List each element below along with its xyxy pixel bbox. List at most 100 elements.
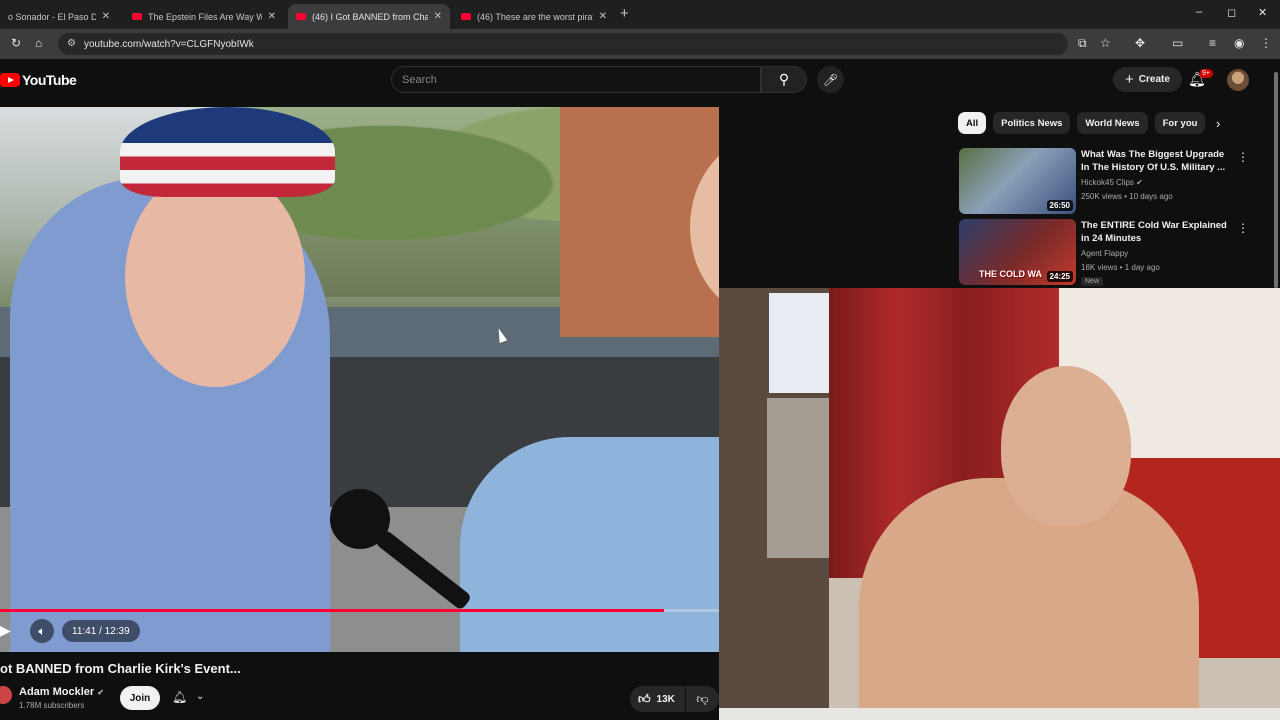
close-icon[interactable]: ✕ [102, 11, 110, 22]
recommendation-meta: 250K views • 10 days ago [1081, 192, 1173, 201]
tab-title: o Sonador - El Paso Del Gr [8, 11, 96, 22]
home-icon[interactable]: ⌂ [35, 36, 42, 50]
thumbnail-text: THE COLD WA [979, 269, 1042, 279]
play-icon[interactable]: ▶ [0, 622, 11, 639]
new-tab-icon[interactable]: + [620, 5, 629, 22]
address-bar[interactable]: ⚙ youtube.com/watch?v=CLGFNyobIWk [58, 33, 1068, 55]
minimize-icon[interactable]: – [1196, 6, 1202, 18]
search-input[interactable]: Search [391, 66, 761, 93]
channel-name-row[interactable]: Adam Mockler ✔ [19, 686, 104, 698]
new-badge: New [1081, 277, 1104, 286]
chip-world-news[interactable]: World News [1077, 112, 1148, 134]
chip-politics-news[interactable]: Politics News [993, 112, 1071, 134]
split-view-icon[interactable]: ▭ [1172, 36, 1183, 50]
like-button[interactable]: 👍︎ 13K [630, 686, 685, 712]
reload-icon[interactable]: ↻ [11, 36, 21, 50]
recommendation-title[interactable]: What Was The Biggest Upgrade In The Hist… [1081, 148, 1231, 174]
recommendation-title[interactable]: The ENTIRE Cold War Explained in 24 Minu… [1081, 219, 1231, 245]
recommendation-item[interactable]: THE COLD WA 24:25 The ENTIRE Cold War Ex… [959, 219, 1259, 287]
subscription-bell-icon[interactable]: 🔔︎ [172, 690, 187, 704]
browser-tab-strip: o Sonador - El Paso Del Gr ✕ The Epstein… [0, 0, 1280, 29]
tab-title: The Epstein Files Are Way Worse [148, 11, 262, 22]
browser-tab-active[interactable]: (46) I Got BANNED from Charlie ✕ [288, 4, 450, 29]
flag-cap [120, 107, 335, 197]
duration-badge: 24:25 [1046, 271, 1073, 282]
youtube-favicon-icon [132, 13, 142, 20]
close-icon[interactable]: ✕ [434, 11, 442, 22]
scrollbar-thumb[interactable] [1274, 72, 1278, 288]
recommendation-meta: 16K views • 1 day ago [1081, 263, 1160, 272]
recommendation-item[interactable]: 26:50 What Was The Biggest Upgrade In Th… [959, 148, 1259, 216]
plus-icon: + [1125, 71, 1134, 88]
site-info-icon[interactable]: ⚙ [67, 38, 76, 49]
more-options-icon[interactable]: ⋮ [1237, 221, 1249, 235]
join-button[interactable]: Join [120, 686, 160, 710]
thumbs-down-icon: 👎︎ [696, 691, 709, 706]
browser-tab[interactable]: o Sonador - El Paso Del Gr ✕ [0, 4, 118, 29]
recommendations-sidebar: All Politics News World News For you › 2… [950, 107, 1272, 288]
video-title: ot BANNED from Charlie Kirk's Event... [0, 661, 241, 676]
volume-button[interactable]: 🔈︎ [30, 619, 54, 643]
account-avatar[interactable] [1227, 69, 1249, 91]
video-thumbnail[interactable]: THE COLD WA 24:25 [959, 219, 1076, 285]
search-button[interactable]: ⚲ [761, 66, 807, 93]
browser-tab[interactable]: The Epstein Files Are Way Worse ✕ [124, 4, 284, 29]
microphone-icon: 🎤︎ [822, 72, 839, 87]
channel-name: Adam Mockler [19, 686, 95, 698]
youtube-favicon-icon [461, 13, 471, 20]
microphone-prop [330, 489, 390, 549]
browser-tab[interactable]: (46) These are the worst pirates ✕ [453, 4, 615, 29]
like-count: 13K [656, 693, 675, 705]
youtube-play-icon [0, 73, 20, 87]
interviewer-arm [460, 437, 719, 652]
browser-toolbar: ↻ ⌂ ⚙ youtube.com/watch?v=CLGFNyobIWk ⧉ … [0, 29, 1280, 59]
subscriber-count: 1.78M subscribers [19, 701, 85, 710]
time-display: 11:41 / 12:39 [62, 620, 140, 642]
url-text: youtube.com/watch?v=CLGFNyobIWk [84, 38, 254, 50]
thumbs-up-icon: 👍︎ [638, 691, 651, 706]
create-button[interactable]: + Create [1113, 67, 1182, 92]
notification-badge: 9+ [1199, 69, 1213, 78]
verified-icon: ✔ [1136, 178, 1143, 187]
search-icon: ⚲ [778, 71, 790, 87]
volume-icon: 🔈︎ [38, 623, 46, 638]
more-options-icon[interactable]: ⋮ [1237, 150, 1249, 164]
video-player[interactable]: ▶ 🔈︎ 11:41 / 12:39 [0, 107, 719, 652]
youtube-favicon-icon [296, 13, 306, 20]
youtube-header: YouTube Search ⚲ 🎤︎ + Create 🔔︎ 9+ [0, 59, 1280, 105]
webcam-box [769, 293, 829, 393]
chip-for-you[interactable]: For you [1154, 112, 1206, 134]
dislike-button[interactable]: 👎︎ [686, 686, 719, 712]
media-controls-icon[interactable]: ≡ [1209, 36, 1216, 50]
install-app-icon[interactable]: ⧉ [1078, 36, 1087, 51]
duration-badge: 26:50 [1046, 200, 1073, 211]
profile-icon[interactable]: ◉ [1234, 36, 1244, 50]
browser-menu-icon[interactable]: ⋮ [1260, 36, 1272, 50]
window-close-icon[interactable]: ✕ [1258, 6, 1267, 19]
recommendation-channel: Agent Flappy [1081, 249, 1129, 258]
filter-chips: All Politics News World News For you [958, 112, 1206, 134]
webcam-desk [719, 708, 1280, 720]
interviewee-head [125, 167, 305, 387]
youtube-logo[interactable]: YouTube [0, 72, 77, 88]
close-icon[interactable]: ✕ [599, 11, 607, 22]
chip-all[interactable]: All [958, 112, 987, 134]
channel-avatar[interactable] [0, 686, 12, 704]
maximize-icon[interactable]: ◻ [1227, 6, 1236, 19]
webcam-person-head [1001, 366, 1131, 526]
voice-search-button[interactable]: 🎤︎ [817, 66, 844, 93]
bookmark-star-icon[interactable]: ☆ [1100, 36, 1111, 50]
chevron-down-icon[interactable]: ⌄ [196, 691, 204, 702]
screen: o Sonador - El Paso Del Gr ✕ The Epstein… [0, 0, 1280, 720]
recommendation-channel: Hickok45 Clips ✔ [1081, 178, 1143, 187]
webcam-overlay [719, 288, 1280, 720]
close-icon[interactable]: ✕ [268, 11, 276, 22]
verified-icon: ✔ [97, 688, 104, 697]
progress-bar[interactable] [0, 609, 719, 612]
extensions-icon[interactable]: ✥ [1135, 36, 1145, 50]
mouse-cursor [494, 327, 508, 343]
video-thumbnail[interactable]: 26:50 [959, 148, 1076, 214]
tab-title: (46) I Got BANNED from Charlie [312, 11, 428, 22]
chevron-right-icon[interactable]: › [1216, 116, 1220, 131]
create-label: Create [1138, 74, 1170, 85]
